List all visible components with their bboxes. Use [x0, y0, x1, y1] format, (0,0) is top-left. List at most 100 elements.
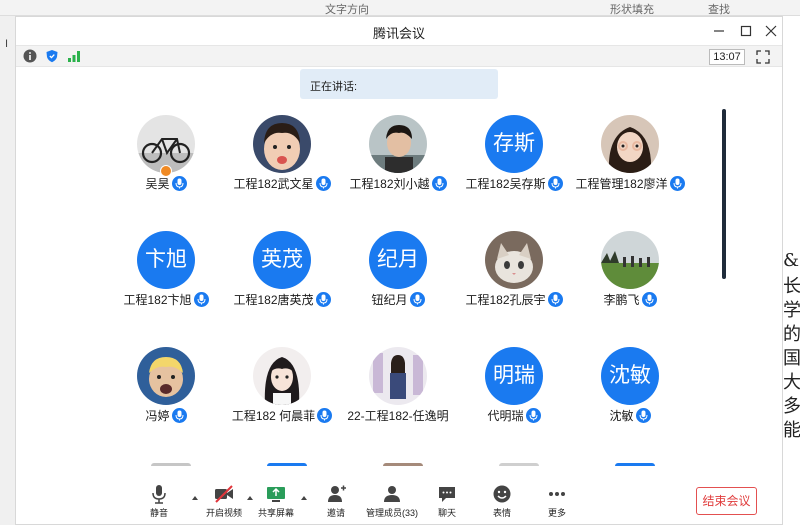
avatar	[601, 231, 659, 289]
participant-name: 钮纪月	[371, 293, 408, 307]
participant-tile[interactable]: 冯婷	[106, 347, 226, 437]
avatar: 沈敏	[601, 347, 659, 405]
close-button[interactable]	[761, 21, 781, 41]
microphone-icon	[152, 485, 166, 504]
signal-bars-icon	[68, 51, 80, 62]
cat-photo	[485, 231, 543, 289]
mic-icon[interactable]	[171, 176, 187, 191]
participant-tile[interactable]: 工程182孔辰宇	[454, 231, 574, 321]
share-screen-button[interactable]: 共享屏幕	[251, 484, 301, 520]
meeting-clock: 13:07	[709, 49, 745, 65]
doc-char: 的	[783, 324, 800, 345]
avatar	[253, 115, 311, 173]
participant-tile[interactable]: 沈敏 沈敏	[570, 347, 690, 437]
participant-tile[interactable]: 吴昊	[106, 115, 226, 205]
bottom-toolbar: 静音 开启视频 共享屏幕 邀请 管理成员(33) 聊天 表情 更多	[16, 466, 782, 524]
participant-name: 工程182卞旭	[123, 293, 192, 307]
field-photo	[601, 231, 659, 289]
minimize-button[interactable]	[709, 21, 729, 41]
fullscreen-button[interactable]	[756, 50, 770, 64]
participant-name: 工程182唐英茂	[233, 293, 314, 307]
mic-icon[interactable]	[547, 292, 563, 307]
avatar: 纪月	[369, 231, 427, 289]
doc-char: 能	[783, 420, 800, 441]
mic-icon[interactable]	[669, 176, 685, 191]
participant-tile[interactable]: 工程182刘小越	[338, 115, 458, 205]
background-doc-left-margin: I	[0, 16, 15, 525]
mic-icon[interactable]	[525, 408, 541, 423]
mic-icon[interactable]	[431, 176, 447, 191]
participant-name: 工程182 何晨菲	[231, 409, 316, 423]
participant-tile[interactable]: 卞旭 工程182卞旭	[106, 231, 226, 321]
manage-members-label: 管理成员(33)	[365, 508, 418, 518]
participant-tile[interactable]: 纪月 钮纪月	[338, 231, 458, 321]
more-label: 更多	[547, 508, 566, 518]
invite-button[interactable]: 邀请	[311, 484, 361, 520]
manage-members-button[interactable]: 管理成员(33)	[361, 484, 423, 520]
mic-icon[interactable]	[641, 292, 657, 307]
mic-icon[interactable]	[193, 292, 209, 307]
mic-icon[interactable]	[315, 176, 331, 191]
emoji-button[interactable]: 表情	[477, 484, 527, 520]
participant-name: 工程182孔辰宇	[465, 293, 546, 307]
end-meeting-button[interactable]: 结束会议	[696, 487, 757, 515]
doc-char: 长	[783, 276, 800, 297]
background-doc-toolbar: 文字方向 形状填充 查找	[0, 0, 800, 16]
participant-tile[interactable]: 李鹏飞	[570, 231, 690, 321]
participant-name: 冯婷	[145, 409, 170, 423]
avatar	[369, 115, 427, 173]
share-options-caret[interactable]	[300, 494, 308, 502]
mic-icon[interactable]	[317, 408, 333, 423]
mic-icon[interactable]	[547, 176, 563, 191]
info-icon	[23, 49, 37, 63]
mute-options-caret[interactable]	[191, 494, 199, 502]
participant-tile[interactable]: 工程管理182廖洋	[570, 115, 690, 205]
meeting-info-button[interactable]	[23, 49, 37, 63]
doc-left-char: I	[5, 38, 9, 50]
mic-icon[interactable]	[171, 408, 187, 423]
avatar	[137, 347, 195, 405]
emoji-label: 表情	[492, 508, 511, 518]
participant-tile[interactable]: 22-工程182-任逸明	[338, 347, 458, 437]
shield-icon	[46, 50, 58, 63]
anime-photo	[253, 347, 311, 405]
avatar: 英茂	[253, 231, 311, 289]
doc-toolbar-find: 查找	[708, 4, 730, 16]
participant-tile[interactable]: 工程182武文星	[222, 115, 342, 205]
maximize-button[interactable]	[736, 21, 756, 41]
title-bar: 腾讯会议	[16, 17, 782, 45]
participant-tile[interactable]: 英茂 工程182唐英茂	[222, 231, 342, 321]
participant-tile[interactable]: 工程182 何晨菲	[222, 347, 342, 437]
add-user-icon	[328, 485, 346, 502]
network-status-button[interactable]	[67, 49, 81, 63]
mute-label: 静音	[149, 508, 168, 518]
avatar	[369, 347, 427, 405]
chat-button[interactable]: 聊天	[422, 484, 472, 520]
share-screen-icon	[267, 487, 285, 502]
security-button[interactable]	[45, 49, 59, 63]
avatar: 卞旭	[137, 231, 195, 289]
grid-scrollbar[interactable]	[722, 109, 726, 279]
participant-name: 工程182武文星	[233, 177, 314, 191]
participant-name: 工程管理182廖洋	[575, 177, 668, 191]
mute-button[interactable]: 静音	[134, 484, 184, 520]
avatar	[485, 231, 543, 289]
smiley-icon	[493, 485, 511, 503]
boy-photo	[369, 115, 427, 173]
chat-icon	[439, 487, 455, 502]
more-button[interactable]: 更多	[532, 484, 582, 520]
doc-toolbar-shape-fill: 形状填充	[610, 4, 654, 16]
meeting-window: 腾讯会议 13:07 正在讲话: 吴昊 工程182武文星 工程182刘小越 存斯…	[15, 16, 783, 525]
avatar: 明瑞	[485, 347, 543, 405]
participant-tile[interactable]: 明瑞 代明瑞	[454, 347, 574, 437]
mic-icon[interactable]	[635, 408, 651, 423]
participant-name: 工程182刘小越	[349, 177, 430, 191]
mic-icon[interactable]	[315, 292, 331, 307]
info-bar: 13:07	[16, 45, 782, 67]
video-button[interactable]: 开启视频	[199, 484, 249, 520]
share-screen-label: 共享屏幕	[257, 508, 294, 518]
participant-tile[interactable]: 存斯 工程182吴存斯	[454, 115, 574, 205]
minimize-icon	[714, 30, 724, 32]
mic-icon[interactable]	[409, 292, 425, 307]
doc-char: &	[783, 250, 800, 271]
